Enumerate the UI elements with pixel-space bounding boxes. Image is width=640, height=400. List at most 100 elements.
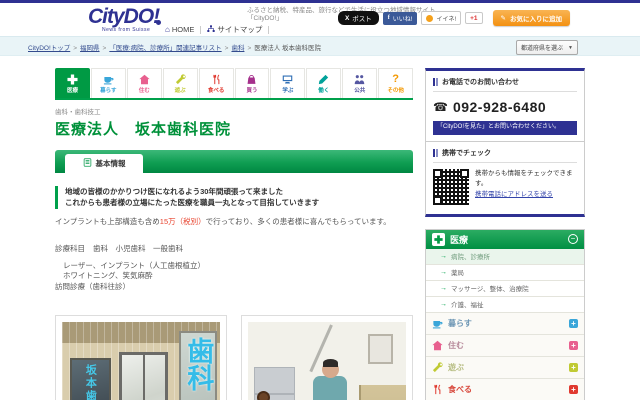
collapse-button[interactable]: − [568, 234, 578, 245]
tab-label: 遊ぶ [174, 88, 186, 94]
send-address-link[interactable]: 携帯電話にアドレスを送る [475, 190, 553, 200]
add-favorite-button[interactable]: ✎ お気に入りに追加 [492, 10, 570, 26]
iine-button[interactable]: イイネ! [421, 11, 462, 25]
arrow-icon: → [440, 300, 447, 308]
breadcrumb-link-dental[interactable]: 歯科 [231, 45, 244, 52]
tab-basic-info[interactable]: 基本情報 [65, 154, 143, 173]
breadcrumb-link-top[interactable]: CityDO!トップ [28, 45, 70, 52]
plus-one-button[interactable]: +1 [465, 12, 483, 24]
iine-icon [426, 14, 434, 22]
logo-magnifier-icon [156, 20, 162, 25]
menu-section-play[interactable]: 遊ぶ + [426, 356, 584, 379]
house-icon [432, 339, 443, 351]
nav-home-label: HOME [171, 25, 195, 34]
expand-button[interactable]: + [569, 340, 578, 350]
breadcrumb-separator: > [73, 45, 78, 52]
breadcrumb-band: CityDO!トップ > 福岡県 > 「医療:病院、診療所」関連記事リスト > 歯科 > 医療法… [0, 36, 640, 56]
expand-button[interactable]: + [569, 384, 578, 394]
mobile-heading: 携帯でチェック [442, 149, 491, 157]
cup-icon [103, 73, 114, 85]
fork-knife-icon [211, 73, 222, 85]
breadcrumb-link-pref[interactable]: 福岡県 [80, 45, 100, 52]
wall-frame [368, 334, 394, 365]
prefecture-select-label: 都道府県を選ぶ [521, 46, 564, 52]
expand-button[interactable]: + [569, 318, 578, 328]
citydo-logo[interactable]: CityDO! News from Suisse [88, 6, 162, 33]
menu-section-label: 住む [448, 340, 464, 350]
main-layout: 医療 暮らす 住む 遊ぶ 食べる 買う 学ぶ 働く 公共 ? その他 歯科・歯科… [55, 68, 585, 400]
tab-medical[interactable]: 医療 [55, 68, 90, 98]
description-text: インプラントも上部構造も含め [55, 216, 160, 226]
menu-item-massage[interactable]: → マッサージ、整体、治療院 [426, 280, 584, 297]
breadcrumb-separator: > [224, 45, 229, 52]
golf-club-icon [432, 361, 443, 373]
menu-item-label: マッサージ、整体、治療院 [451, 286, 529, 294]
medical-cross-icon [432, 232, 445, 246]
home-icon: ⌂ [165, 25, 170, 34]
genre-label: 歯科・歯科技工 [55, 109, 101, 116]
menu-item-care[interactable]: → 介護、福祉 [426, 296, 584, 313]
arrow-icon: → [440, 284, 447, 292]
x-post-button[interactable]: X ポスト [337, 11, 379, 25]
tab-learn[interactable]: 学ぶ [270, 68, 306, 98]
clinic-interior-photo [248, 322, 406, 400]
social-buttons: X ポスト f いいね! イイネ! +1 ✎ お気に入りに追加 [337, 10, 570, 26]
nav-home-link[interactable]: ⌂ HOME [165, 25, 194, 34]
nav-sitemap-link[interactable]: サイトマップ [207, 24, 262, 35]
page-title: 医療法人 坂本歯科医院 [55, 121, 232, 138]
tab-label: 住む [138, 88, 150, 94]
people-icon [354, 73, 365, 85]
chevron-down-icon: ▼ [568, 44, 573, 51]
tab-label: 医療 [66, 88, 78, 94]
nav-divider [200, 25, 202, 34]
prefecture-select[interactable]: 都道府県を選ぶ ▼ [516, 40, 578, 55]
site-header: CityDO! News from Suisse ふるさと納税、特産品、旅行など… [0, 3, 640, 36]
tab-eat[interactable]: 食べる [198, 68, 234, 98]
menu-medical-header[interactable]: 医療 − [426, 229, 584, 249]
clinic-exterior-photo: 坂本歯科 歯科 [62, 322, 220, 400]
clinic-door [118, 352, 168, 400]
tab-other[interactable]: ? その他 [378, 68, 414, 98]
facebook-like-button[interactable]: f いいね! [382, 11, 418, 25]
plus-one-label: +1 [470, 14, 478, 22]
tab-play[interactable]: 遊ぶ [162, 68, 198, 98]
house-icon [139, 73, 150, 85]
service-line: 訪問診療（歯科往診） [55, 282, 130, 292]
menu-section-living[interactable]: 暮らす + [426, 312, 584, 335]
photo-interior [241, 315, 413, 400]
arrow-icon: → [440, 252, 447, 260]
menu-item-label: 病院、診療所 [451, 254, 490, 262]
menu-medical-label: 医療 [450, 234, 469, 245]
phone-row: ☎ 092-928-6480 [433, 99, 577, 115]
sign-large-text: 歯科 [183, 337, 214, 392]
pencil-icon [318, 73, 329, 85]
departments-row: 診療科目 歯科 小児歯科 一般歯科 [55, 243, 413, 254]
heading-marker-icon [433, 148, 438, 157]
clinic-description: インプラントも上部構造も含め15万（税別）で行っており、多くの患者様に喜んでもら… [55, 216, 413, 227]
menu-item-label: 介護、福祉 [451, 302, 484, 310]
shopping-bag-icon [246, 73, 257, 85]
add-favorite-label: お気に入りに追加 [510, 16, 562, 23]
menu-section-eat[interactable]: 食べる + [426, 378, 584, 400]
breadcrumb-current: 医療法人 坂本歯科医院 [254, 45, 322, 52]
menu-section-label: 食べる [448, 384, 472, 394]
tab-public[interactable]: 公共 [342, 68, 378, 98]
tab-living[interactable]: 暮らす [90, 68, 126, 98]
sitemap-icon [207, 24, 216, 35]
tab-buy[interactable]: 買う [234, 68, 270, 98]
breadcrumb: CityDO!トップ > 福岡県 > 「医療:病院、診療所」関連記事リスト > 歯科 > 医療法… [28, 42, 321, 52]
citydo-page: CityDO! News from Suisse ふるさと納税、特産品、旅行など… [0, 0, 640, 400]
menu-item-hospitals[interactable]: → 病院、診療所 [426, 248, 584, 265]
tab-house[interactable]: 住む [126, 68, 162, 98]
global-nav: ⌂ HOME サイトマップ [165, 24, 270, 35]
service-line: レーザー、インプラント（人工歯根植立） [63, 260, 206, 270]
facebook-like-label: いいね! [392, 16, 413, 23]
menu-section-house[interactable]: 住む + [426, 334, 584, 357]
dental-mirror [257, 391, 271, 400]
window-sign-text: 坂本歯科 [84, 364, 97, 400]
breadcrumb-link-list[interactable]: 「医療:病院、診療所」関連記事リスト [109, 45, 221, 52]
expand-button[interactable]: + [569, 362, 578, 372]
menu-item-pharmacy[interactable]: → 薬局 [426, 264, 584, 281]
tab-work[interactable]: 働く [306, 68, 342, 98]
menu-section-label: 暮らす [448, 318, 472, 328]
